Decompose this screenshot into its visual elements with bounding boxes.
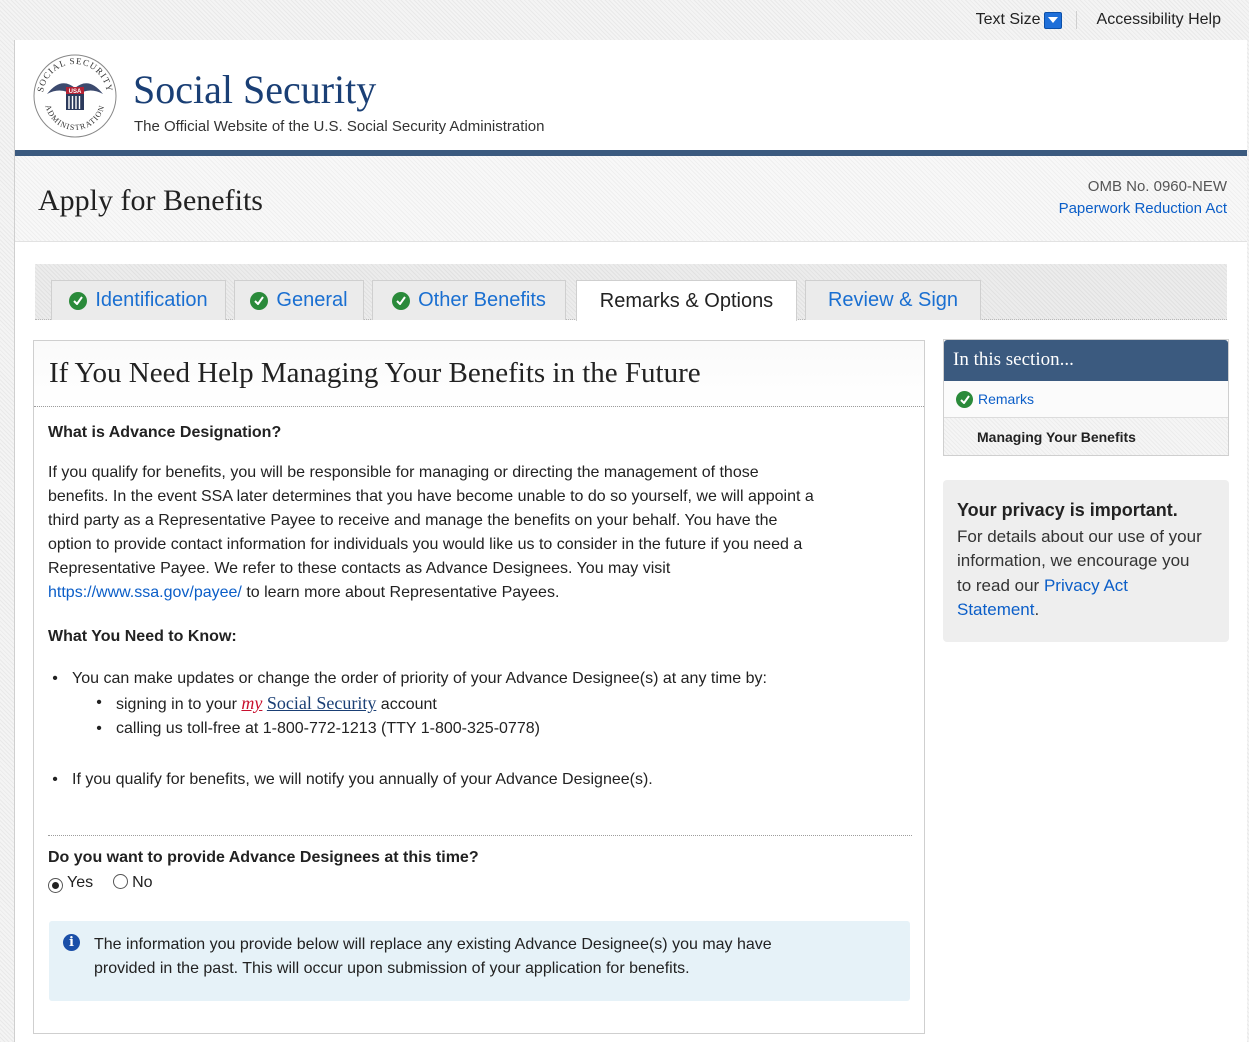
privacy-statement-link[interactable]: Statement bbox=[957, 600, 1035, 619]
privacy-text: For details about our use of your bbox=[957, 526, 1202, 546]
sidebar-item-label: Managing Your Benefits bbox=[977, 428, 1136, 445]
check-circle-icon bbox=[250, 291, 269, 310]
designee-question: Do you want to provide Advance Designees… bbox=[48, 849, 479, 866]
sidebar-item-managing-benefits[interactable]: Managing Your Benefits bbox=[944, 418, 1228, 455]
info-icon: i bbox=[63, 934, 80, 951]
accessibility-help-link[interactable]: Accessibility Help bbox=[1097, 11, 1221, 29]
radio-no[interactable] bbox=[113, 874, 129, 889]
page-title: Apply for Benefits bbox=[38, 184, 263, 217]
utility-bar: Text Size Accessibility Help bbox=[976, 8, 1221, 32]
omb-number: OMB No. 0960-NEW bbox=[1087, 178, 1227, 195]
tab-label: Identification bbox=[95, 289, 208, 311]
privacy-text: information, we encourage you bbox=[957, 551, 1190, 570]
advance-designation-paragraph: If you qualify for benefits, you will be… bbox=[48, 464, 814, 601]
section-nav-heading: In this section... bbox=[944, 340, 1228, 381]
text-size-control[interactable]: Text Size bbox=[976, 11, 1062, 29]
omb-info: OMB No. 0960-NEW Paperwork Reduction Act bbox=[1059, 176, 1227, 220]
ssa-seal-icon[interactable]: SOCIAL SECURITY ADMINISTRATION USA bbox=[33, 54, 117, 138]
tab-other-benefits[interactable]: Other Benefits bbox=[372, 280, 566, 320]
paperwork-reduction-link[interactable]: Paperwork Reduction Act bbox=[1059, 198, 1227, 220]
site-title[interactable]: Social Security bbox=[133, 66, 376, 113]
divider bbox=[48, 835, 912, 836]
step-tabs: Identification General Other Benefits Re… bbox=[35, 264, 1227, 321]
privacy-act-link[interactable]: Privacy Act bbox=[1044, 576, 1128, 595]
my-social-security-link[interactable]: my bbox=[241, 693, 262, 713]
list-item: • signing in to your my Social Security … bbox=[96, 693, 437, 713]
chevron-down-icon[interactable] bbox=[1043, 11, 1062, 29]
payee-link[interactable]: https://www.ssa.gov/payee/ bbox=[48, 584, 242, 601]
tab-remarks-options[interactable]: Remarks & Options bbox=[576, 280, 797, 321]
privacy-box: Your privacy is important. For details a… bbox=[943, 480, 1229, 642]
check-circle-icon bbox=[69, 291, 88, 310]
list-item: • You can make updates or change the orde… bbox=[52, 670, 767, 687]
tab-label: General bbox=[276, 289, 348, 311]
section-title: If You Need Help Managing Your Benefits … bbox=[49, 357, 701, 389]
text-size-label[interactable]: Text Size bbox=[976, 11, 1041, 29]
privacy-title: Your privacy is important. bbox=[957, 500, 1178, 520]
tab-identification[interactable]: Identification bbox=[51, 280, 226, 320]
main-panel: If You Need Help Managing Your Benefits … bbox=[33, 340, 925, 1034]
page-title-bar: Apply for Benefits OMB No. 0960-NEW Pape… bbox=[15, 156, 1247, 242]
designee-options: Yes No bbox=[48, 871, 910, 895]
list-item: • calling us toll-free at 1-800-772-1213 … bbox=[96, 720, 540, 737]
page: SOCIAL SECURITY ADMINISTRATION USA Socia… bbox=[14, 40, 1247, 1042]
option-no[interactable]: No bbox=[113, 871, 153, 895]
tab-label: Remarks & Options bbox=[599, 289, 774, 312]
need-to-know-heading: What You Need to Know: bbox=[48, 628, 237, 645]
check-circle-icon bbox=[392, 291, 411, 310]
tab-label: Review & Sign bbox=[827, 289, 959, 311]
divider bbox=[1075, 11, 1077, 29]
tab-label: Other Benefits bbox=[418, 289, 546, 311]
social-security-link[interactable]: Social Security bbox=[267, 693, 376, 713]
list-item: • If you qualify for benefits, we will no… bbox=[52, 771, 653, 788]
site-header: SOCIAL SECURITY ADMINISTRATION USA Socia… bbox=[15, 40, 1247, 156]
section-nav: In this section... Remarks Managing Your… bbox=[943, 339, 1229, 456]
site-subtitle: The Official Website of the U.S. Social … bbox=[134, 118, 545, 135]
info-alert: i The information you provide below will… bbox=[49, 921, 910, 1001]
privacy-text: Statement. bbox=[957, 600, 1040, 619]
sidebar-item-remarks[interactable]: Remarks bbox=[944, 381, 1228, 418]
advance-designation-heading: What is Advance Designation? bbox=[48, 424, 282, 441]
radio-yes[interactable] bbox=[48, 878, 63, 893]
need-to-know-list: • You can make updates or change the orde… bbox=[48, 667, 910, 792]
check-circle-icon bbox=[956, 390, 973, 408]
panel-header: If You Need Help Managing Your Benefits … bbox=[34, 341, 924, 407]
option-yes[interactable]: Yes bbox=[48, 871, 93, 895]
tab-review-sign[interactable]: Review & Sign bbox=[805, 280, 981, 320]
sidebar-item-label: Remarks bbox=[978, 391, 1035, 407]
tab-general[interactable]: General bbox=[234, 280, 364, 320]
privacy-text: to read our Privacy Act bbox=[957, 575, 1129, 595]
